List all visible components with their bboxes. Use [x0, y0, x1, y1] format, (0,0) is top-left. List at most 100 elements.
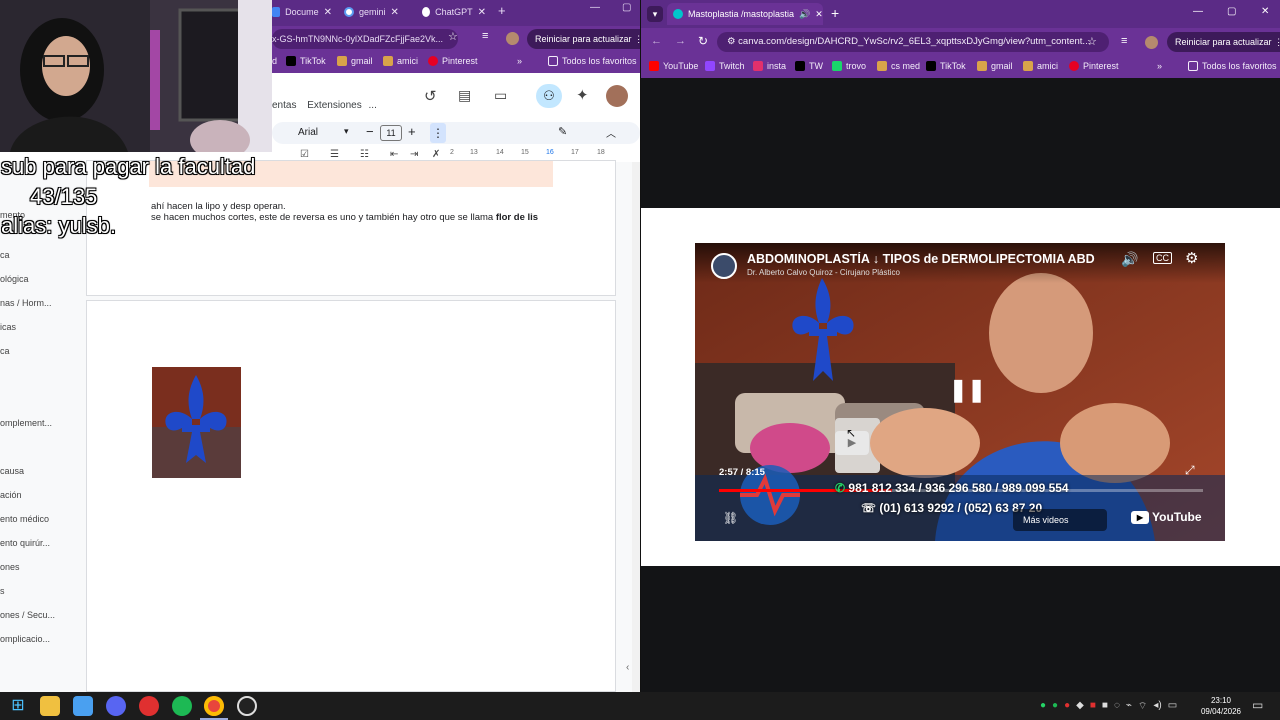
increase-size-button[interactable]: + — [408, 124, 416, 139]
tab-search-icon[interactable]: ▾ — [647, 6, 663, 22]
outline-item[interactable]: nas / Horm... — [0, 298, 52, 308]
profile-avatar[interactable] — [1145, 36, 1158, 49]
outline-item[interactable]: ento quirúr... — [0, 538, 50, 548]
checklist-icon[interactable]: ☑ — [300, 149, 309, 160]
bookmark-amici[interactable]: amici — [1023, 61, 1058, 71]
minimize-icon[interactable]: — — [1193, 6, 1203, 17]
document-canvas[interactable]: ahí hacen la lipo y desp operan. se hace… — [0, 160, 632, 692]
profile-avatar[interactable] — [506, 32, 519, 45]
bookmark-pinterest[interactable]: Pinterest — [428, 56, 478, 66]
close-icon[interactable]: ✕ — [478, 7, 486, 18]
spotify-icon[interactable] — [172, 696, 192, 716]
store-icon[interactable] — [73, 696, 93, 716]
outline-item[interactable]: ológica — [0, 274, 29, 284]
share-icon[interactable]: ⚇ — [536, 84, 562, 108]
bookmark-insta[interactable]: insta — [753, 61, 786, 71]
close-icon[interactable]: ✕ — [391, 7, 399, 18]
more-icon[interactable]: ⋮ — [430, 123, 446, 143]
bookmark-csmed[interactable]: cs med — [877, 61, 920, 71]
close-window-icon[interactable]: ✕ — [1261, 6, 1269, 17]
more-videos-button[interactable]: Más videos — [1013, 509, 1107, 531]
settings-icon[interactable]: ⚙ — [1185, 249, 1198, 267]
menu-item-tools[interactable]: entas — [272, 100, 296, 111]
all-favorites[interactable]: Todos los favoritos — [1188, 61, 1277, 71]
wifi-icon[interactable]: ⌔ — [1138, 700, 1147, 713]
bookmark-gmail[interactable]: gmail — [977, 61, 1013, 71]
outline-item[interactable]: ones / Secu... — [0, 610, 55, 620]
app-tray-icon[interactable]: ■ — [1090, 700, 1096, 713]
star-icon[interactable]: ☆ — [448, 30, 458, 43]
clock[interactable]: 23:10 09/04/2026 — [1196, 695, 1246, 717]
close-icon[interactable]: ✕ — [324, 7, 332, 18]
outline-item[interactable]: ación — [0, 490, 22, 500]
network-icon[interactable]: ◌ — [1114, 700, 1120, 713]
new-tab-button[interactable]: + — [498, 3, 506, 18]
chevron-right-icon[interactable]: » — [1157, 61, 1162, 71]
outline-item[interactable]: ca — [0, 346, 10, 356]
video-player[interactable]: ABDOMINOPLASTÍA ↓ TIPOS de DERMOLIPECTOM… — [695, 243, 1225, 541]
minimize-icon[interactable]: — — [590, 2, 600, 13]
chevron-down-icon[interactable]: ▾ — [344, 126, 349, 137]
document-page-1[interactable]: ahí hacen la lipo y desp operan. se hace… — [86, 160, 616, 296]
back-icon[interactable]: ← — [651, 35, 662, 47]
bookmark-tw[interactable]: TW — [795, 61, 823, 71]
reload-icon[interactable]: ↻ — [698, 34, 708, 48]
chrome-icon[interactable] — [204, 696, 224, 716]
channel-avatar[interactable] — [711, 253, 737, 279]
bookmark-twitch[interactable]: Twitch — [705, 61, 745, 71]
tab-chatgpt[interactable]: ChatGPT ✕ — [422, 2, 486, 22]
pencil-icon[interactable]: ✎ — [558, 125, 567, 138]
tab-canva[interactable]: Mastoplastia /mastoplastia 🔊 ✕ — [667, 3, 823, 25]
outline-item[interactable]: s — [0, 586, 5, 596]
menu-item-more[interactable]: ... — [369, 100, 377, 111]
meet-icon[interactable]: ▭ — [494, 87, 507, 104]
tab-gemini[interactable]: gemini ✕ — [344, 2, 408, 22]
bookmark-tiktok[interactable]: TikTok — [926, 61, 966, 71]
video-channel[interactable]: Dr. Alberto Calvo Quiroz - Cirujano Plás… — [747, 268, 900, 277]
battery-icon[interactable]: ▭ — [1168, 700, 1177, 713]
fullscreen-icon[interactable]: ⤢ — [1185, 463, 1195, 478]
bookmark-pinterest[interactable]: Pinterest — [1069, 61, 1119, 71]
bookmark-trovo[interactable]: trovo — [832, 61, 866, 71]
all-favorites[interactable]: Todos los favoritos — [548, 56, 637, 66]
new-tab-button[interactable]: + — [831, 5, 839, 21]
volume-icon[interactable]: 🔊 — [1121, 251, 1138, 268]
bookmark-gmail[interactable]: gmail — [337, 56, 373, 66]
usb-icon[interactable]: ⌁ — [1126, 700, 1132, 713]
pause-icon[interactable]: ❚❚ — [949, 377, 986, 403]
spotify-tray-icon[interactable]: ● — [1052, 700, 1058, 713]
reading-list-icon[interactable]: ≡ — [1121, 35, 1127, 47]
chevron-left-icon[interactable]: ‹ — [626, 662, 629, 673]
bookmark-youtube[interactable]: YouTube — [649, 61, 698, 71]
outline-item[interactable]: causa — [0, 466, 24, 476]
gemini-star-icon[interactable]: ✦ — [576, 86, 589, 104]
recorder-icon[interactable] — [139, 696, 159, 716]
font-size-input[interactable]: 11 — [380, 125, 402, 141]
close-icon[interactable]: ✕ — [815, 9, 823, 20]
font-select[interactable]: Arial — [298, 127, 318, 138]
history-icon[interactable]: ↺ — [424, 87, 437, 105]
document-page-2[interactable] — [86, 300, 616, 692]
comment-icon[interactable]: ▤ — [458, 87, 471, 104]
link-icon[interactable]: ⛓ — [723, 511, 738, 525]
indent-decrease-icon[interactable]: ⇤ — [390, 149, 398, 160]
clear-format-icon[interactable]: ✗ — [432, 149, 440, 160]
star-icon[interactable]: ☆ — [1087, 35, 1097, 48]
chevron-right-icon[interactable]: » — [517, 56, 522, 66]
forward-icon[interactable]: → — [675, 35, 686, 47]
discord-icon[interactable] — [106, 696, 126, 716]
video-title[interactable]: ABDOMINOPLASTÍA ↓ TIPOS de DERMOLIPECTOM… — [747, 252, 1105, 266]
maximize-icon[interactable]: ▢ — [622, 2, 631, 13]
maximize-icon[interactable]: ▢ — [1227, 6, 1236, 17]
bookmark-tiktok[interactable]: TikTok — [286, 56, 326, 66]
bullet-list-icon[interactable]: ☰ — [330, 149, 339, 160]
account-avatar[interactable] — [606, 85, 628, 107]
outline-item[interactable]: ones — [0, 562, 20, 572]
url-field[interactable]: x-GS-hmTN9NNc-0ylXDadFZcFjjFae2Vk... — [272, 29, 458, 49]
windows-start-icon[interactable]: ⊞ — [8, 696, 28, 716]
update-button[interactable]: Reiniciar para actualizar ⋮ — [1167, 32, 1280, 52]
indent-increase-icon[interactable]: ⇥ — [410, 149, 418, 160]
outline-item[interactable]: icas — [0, 322, 16, 332]
captions-icon[interactable]: CC — [1153, 252, 1172, 264]
scrollbar[interactable] — [632, 162, 640, 692]
